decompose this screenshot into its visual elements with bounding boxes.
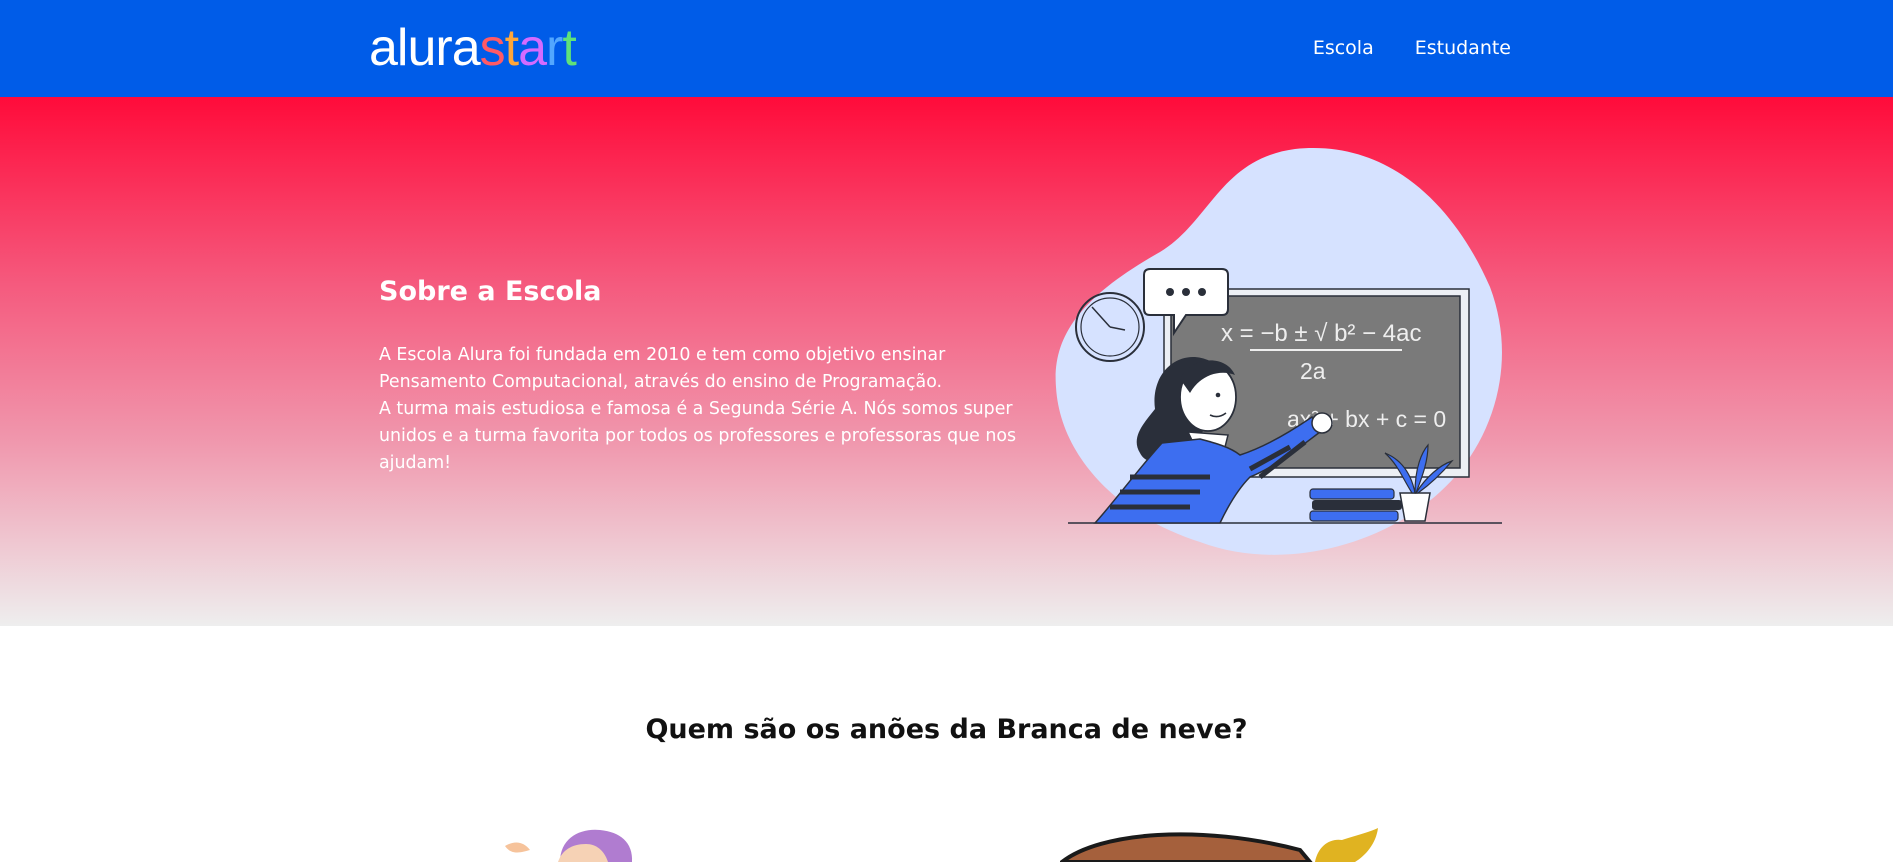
teacher-illustration: x = −b ± √ b² − 4ac 2a ax² + bx + c = 0 (1055, 148, 1502, 555)
logo-letter-s: s (479, 19, 506, 77)
hero-title: Sobre a Escola (379, 276, 602, 307)
hero-description: A Escola Alura foi fundada em 2010 e tem… (379, 342, 1049, 477)
books-stack (1309, 488, 1402, 522)
logo-letter-t2: t (562, 19, 576, 77)
logo-letter-a: a (518, 19, 547, 77)
main-nav: Escola Estudante (1313, 36, 1511, 60)
logo-letter-r: r (546, 19, 563, 77)
dwarf-image-2 (1060, 828, 1378, 862)
hero-paragraph-2: A turma mais estudiosa e famosa é a Segu… (379, 399, 1017, 473)
nav-link-escola[interactable]: Escola (1313, 36, 1374, 60)
formula-quadratic: x = −b ± √ b² − 4ac (1221, 320, 1421, 347)
hero-paragraph-1: A Escola Alura foi fundada em 2010 e tem… (379, 345, 946, 392)
section-title: Quem são os anões da Branca de neve? (645, 714, 1248, 745)
alurastart-logo[interactable]: alurastart (369, 19, 577, 77)
logo-letter-t: t (504, 19, 519, 77)
formula-denominator: 2a (1300, 358, 1326, 384)
hero-section: Sobre a Escola A Escola Alura foi fundad… (0, 97, 1893, 626)
logo-alura-text: alura (369, 19, 481, 77)
site-header: alurastart Escola Estudante (0, 0, 1893, 97)
dwarf-image-1 (505, 829, 633, 862)
nav-link-estudante[interactable]: Estudante (1415, 36, 1511, 60)
